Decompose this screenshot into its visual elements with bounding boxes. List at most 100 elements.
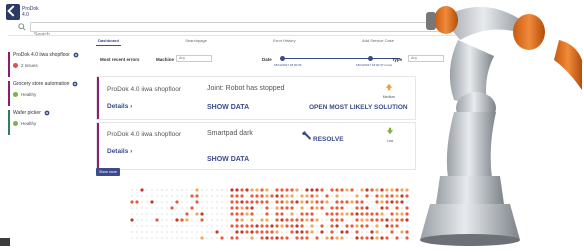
show-more-button[interactable]: Show more xyxy=(96,168,120,176)
date-range-slider[interactable] xyxy=(280,56,400,61)
heatmap-cell xyxy=(316,225,318,227)
heatmap-cell xyxy=(351,207,353,209)
sidebar-item-wafer-picker[interactable]: Wafer picker Healthy xyxy=(8,110,92,135)
heatmap-cell xyxy=(181,225,183,227)
error-machine: ProDok 4.0 iiwa shopfloor xyxy=(107,86,182,93)
heatmap-cell xyxy=(230,236,234,240)
heatmap-cell xyxy=(246,195,248,197)
machine-select[interactable]: Any xyxy=(176,55,212,62)
heatmap-cell xyxy=(246,219,248,221)
heatmap-cell xyxy=(250,236,254,240)
heatmap-cell xyxy=(265,194,269,198)
sidebar-item-status: 2 Issues xyxy=(21,63,38,68)
heatmap-cell xyxy=(231,219,233,221)
heatmap-cell xyxy=(206,195,208,197)
heatmap-cell xyxy=(226,237,228,239)
heatmap-cell xyxy=(321,219,323,221)
heatmap-cell xyxy=(295,218,299,222)
heatmap-cell xyxy=(260,194,264,198)
heatmap-cell xyxy=(191,201,193,203)
heatmap-cell xyxy=(341,225,343,227)
error-message: Smartpad dark xyxy=(207,130,253,137)
heatmap-cell xyxy=(181,189,183,191)
heatmap-cell xyxy=(131,237,133,239)
heatmap-cell xyxy=(265,212,269,216)
heatmap-cell xyxy=(136,213,138,215)
slider-handle-start[interactable] xyxy=(280,56,285,61)
heatmap-cell xyxy=(136,225,138,227)
show-data-button[interactable]: SHOW DATA xyxy=(207,104,249,111)
heatmap-cell xyxy=(221,225,223,227)
heatmap-cell xyxy=(136,195,138,197)
slider-handle-end[interactable] xyxy=(368,56,373,61)
sidebar-item-grocery-store[interactable]: Grocery store automation Healthy xyxy=(8,81,92,106)
heatmap-cell xyxy=(260,218,264,222)
heatmap-cell xyxy=(370,212,374,216)
heatmap-cell xyxy=(166,189,168,191)
heatmap-cell xyxy=(191,225,193,227)
heatmap-cell xyxy=(360,212,364,216)
sidebar-item-iiwa-shopfloor[interactable]: ProDok 4.0 iiwa shopfloor 2 Issues xyxy=(8,52,92,77)
tab-dashboard[interactable]: Dashboard xyxy=(96,38,121,46)
heatmap-cell xyxy=(375,200,379,204)
gear-icon[interactable] xyxy=(72,81,78,87)
heatmap-cell xyxy=(211,219,213,221)
heatmap-cell xyxy=(290,224,294,228)
gear-icon[interactable] xyxy=(44,110,50,116)
heatmap-cell xyxy=(245,206,249,210)
heatmap-cell xyxy=(280,236,284,240)
heatmap-cell xyxy=(345,230,349,234)
heatmap-cell xyxy=(365,218,369,222)
heatmap-cell xyxy=(185,212,189,216)
heatmap-cell xyxy=(240,200,244,204)
heatmap-cell xyxy=(300,224,304,228)
heatmap-cell xyxy=(235,224,239,228)
show-data-button[interactable]: SHOW DATA xyxy=(207,156,249,163)
heatmap-cell xyxy=(340,200,344,204)
heatmap-cell xyxy=(156,225,158,227)
details-link[interactable]: Details › xyxy=(107,148,132,155)
status-dot xyxy=(13,121,18,126)
heatmap-cell xyxy=(140,188,144,192)
heatmap-cell xyxy=(161,213,163,215)
heatmap-cell xyxy=(191,231,193,233)
heatmap-cell xyxy=(226,207,228,209)
heatmap-cell xyxy=(330,188,334,192)
heatmap-cell xyxy=(195,188,199,192)
heatmap-cell xyxy=(235,206,239,210)
heatmap-cell xyxy=(230,188,234,192)
heatmap-cell xyxy=(156,237,158,239)
heatmap-cell xyxy=(280,188,284,192)
heatmap-cell xyxy=(216,195,218,197)
heatmap-cell xyxy=(135,200,139,204)
date-start: 18/12/2017 18:00:06 xyxy=(274,63,302,67)
heatmap-cell xyxy=(310,218,314,222)
heatmap-cell xyxy=(146,225,148,227)
heatmap-cell xyxy=(375,230,379,234)
tab-searchpage[interactable]: Searchpage xyxy=(183,38,209,46)
heatmap-cell xyxy=(211,225,213,227)
heatmap-cell xyxy=(350,212,354,216)
heatmap-cell xyxy=(281,231,283,233)
heatmap-cell xyxy=(161,237,163,239)
heatmap-cell xyxy=(186,231,188,233)
heatmap-cell xyxy=(285,236,289,240)
heatmap-cell xyxy=(240,188,244,192)
heatmap-cell xyxy=(136,189,138,191)
heatmap-cell xyxy=(231,231,233,233)
tab-error-history[interactable]: Error History xyxy=(271,38,297,46)
heatmap-cell xyxy=(330,206,334,210)
heatmap-cell xyxy=(335,236,339,240)
details-link[interactable]: Details › xyxy=(107,103,132,110)
resolve-button[interactable]: RESOLVE xyxy=(313,136,344,143)
heatmap-cell xyxy=(360,200,364,204)
status-dot xyxy=(13,63,18,68)
heatmap-cell xyxy=(201,231,203,233)
heatmap-cell xyxy=(155,218,159,222)
heatmap-cell xyxy=(130,218,134,222)
heatmap-cell xyxy=(310,200,314,204)
heatmap-cell xyxy=(141,219,143,221)
prodok-logo[interactable] xyxy=(6,4,20,20)
heatmap-cell xyxy=(261,213,263,215)
gear-icon[interactable] xyxy=(73,52,79,58)
